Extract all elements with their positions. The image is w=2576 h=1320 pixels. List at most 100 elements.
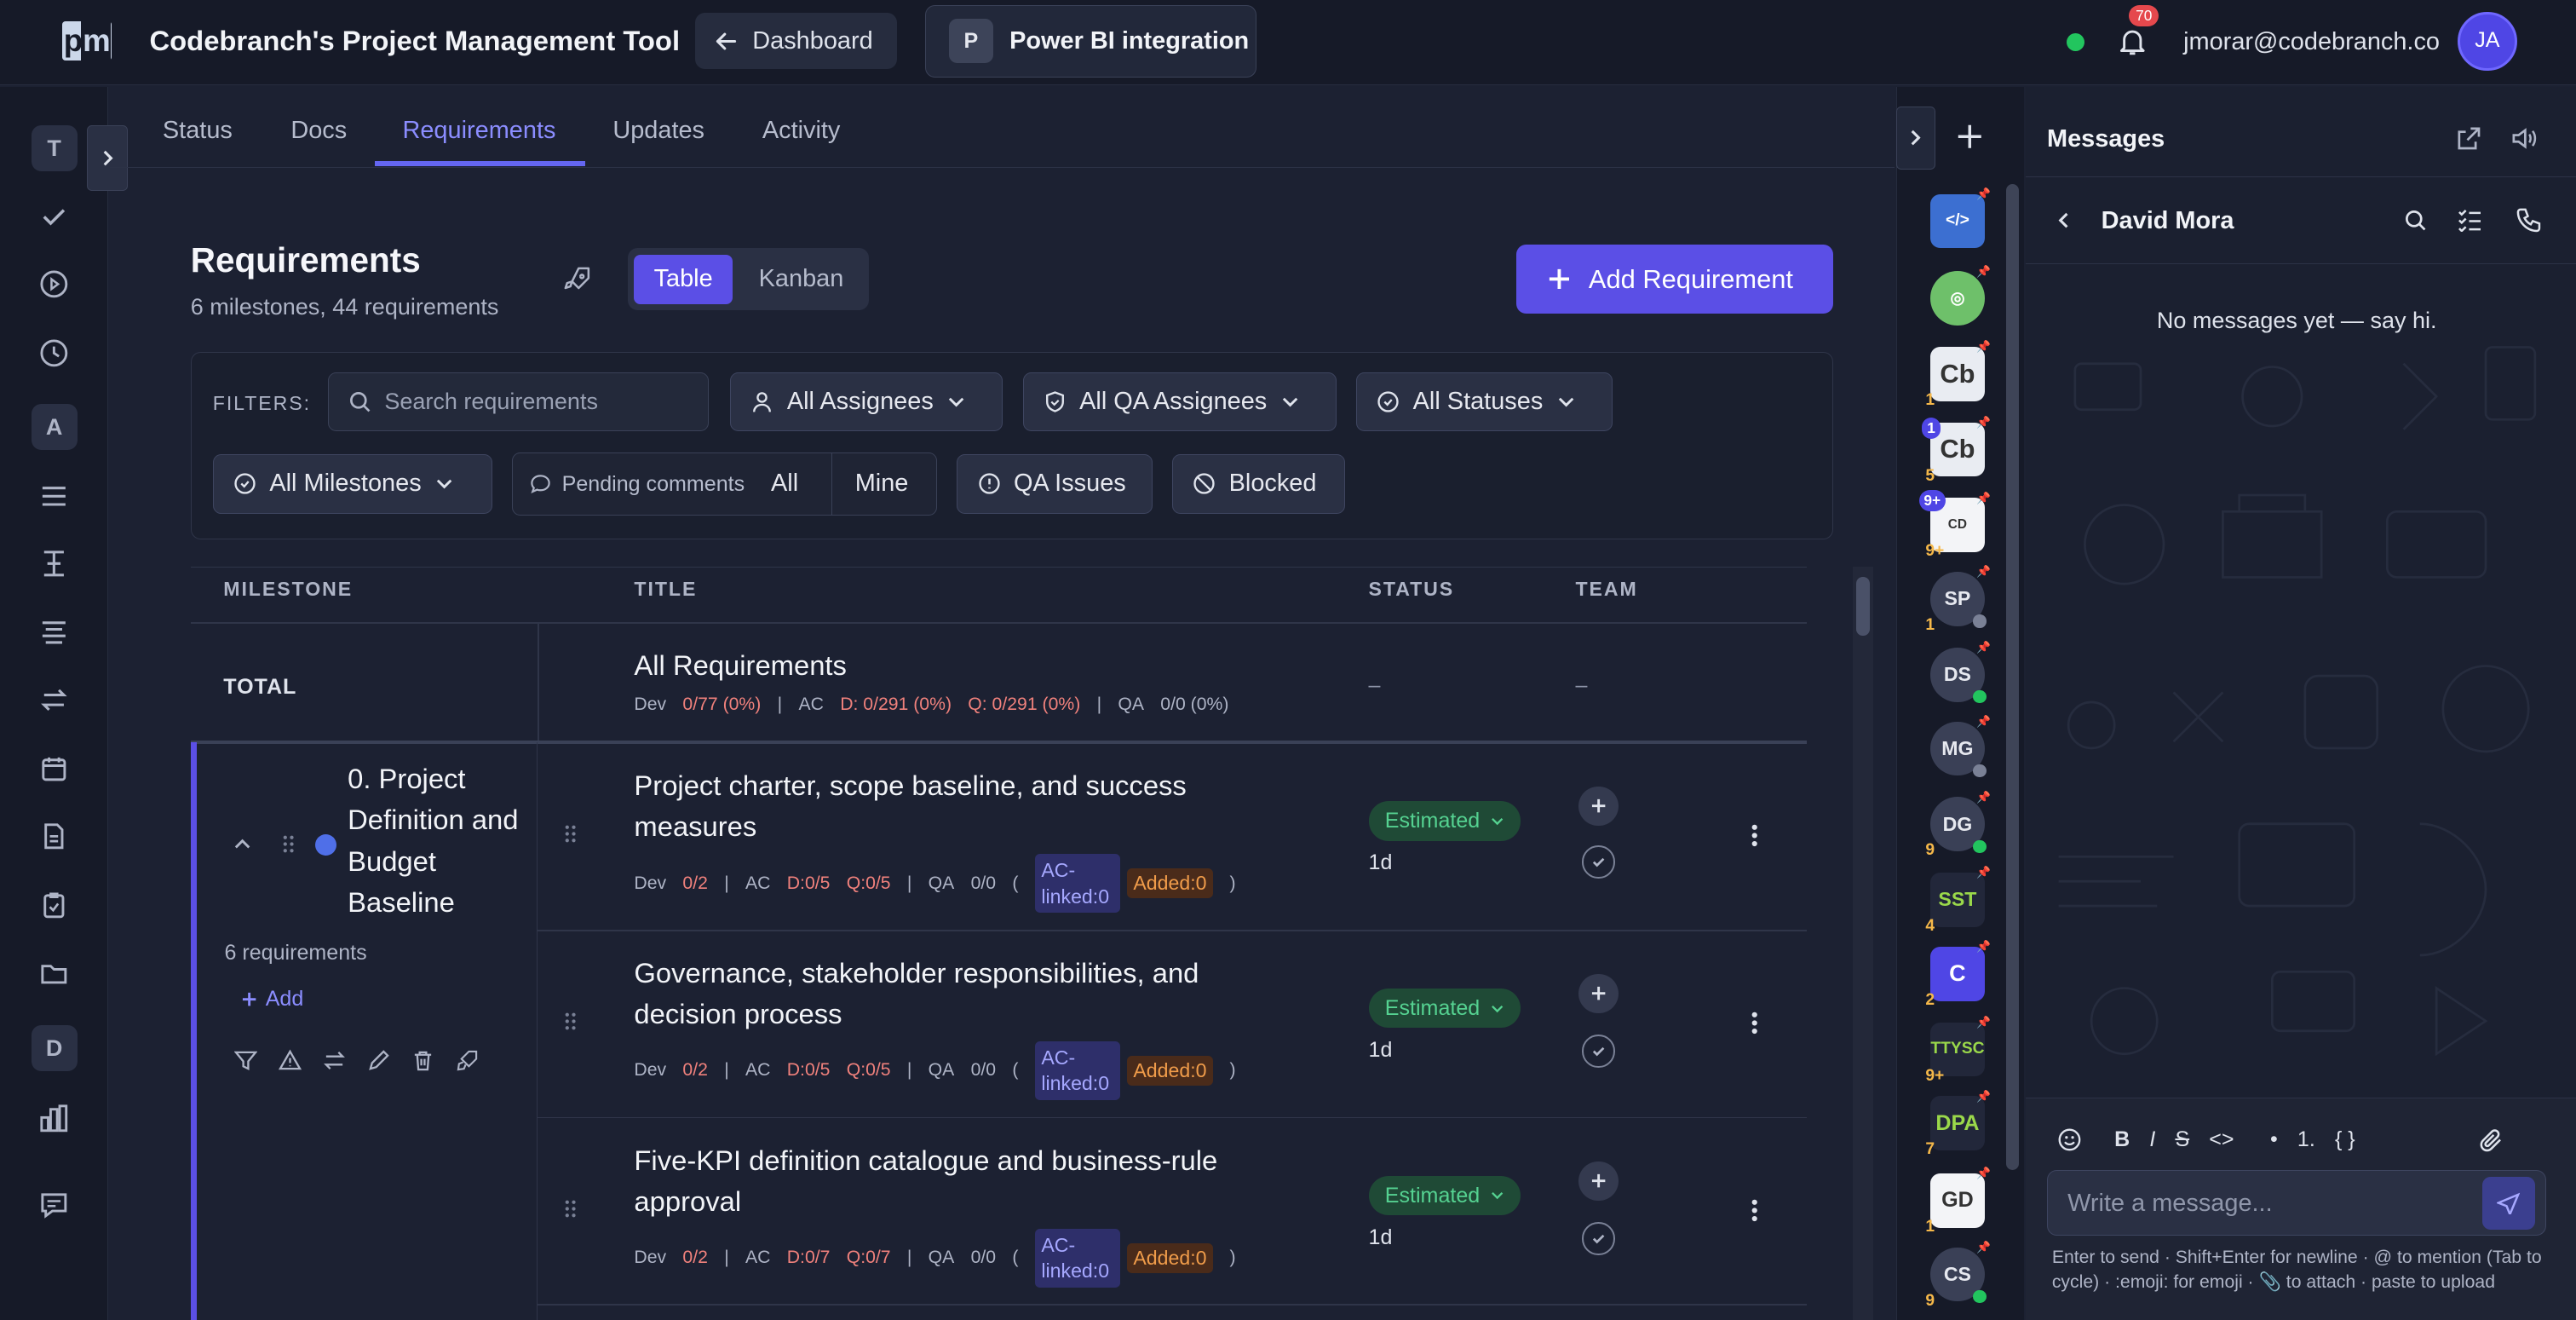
qa-issues-filter[interactable]: QA Issues	[957, 454, 1153, 514]
bold-button[interactable]: B	[2114, 1127, 2130, 1152]
play-circle-icon[interactable]	[0, 253, 108, 315]
text-align-icon[interactable]	[0, 533, 108, 595]
task-list-icon[interactable]	[2458, 209, 2482, 232]
assignees-filter[interactable]: All Assignees	[730, 372, 1003, 432]
pending-mine-button[interactable]: Mine	[831, 452, 932, 516]
add-requirement-button[interactable]: Add Requirement	[1516, 245, 1834, 314]
code-button[interactable]: <>	[2209, 1127, 2234, 1152]
milestone-name: 0. Project Definition and Budget Baselin…	[348, 763, 519, 918]
workspace-a-button[interactable]: A	[0, 396, 108, 458]
phone-icon[interactable]	[2516, 207, 2542, 233]
attachment-icon[interactable]	[2479, 1127, 2505, 1154]
milestone-add-button[interactable]: Add	[241, 987, 303, 1012]
chat-avatar[interactable]: C	[1930, 946, 1985, 1001]
swap-icon[interactable]	[323, 1049, 346, 1072]
tab-activity[interactable]: Activity	[762, 117, 841, 145]
chat-avatar[interactable]: ◎	[1930, 271, 1985, 326]
filter-icon[interactable]	[234, 1049, 258, 1072]
trash-icon[interactable]	[411, 1049, 434, 1072]
statuses-filter[interactable]: All Statuses	[1356, 372, 1613, 432]
workspace-d-button[interactable]: D	[0, 1017, 108, 1080]
add-team-button[interactable]	[1578, 786, 1619, 827]
rocket-icon[interactable]	[562, 265, 592, 295]
chat-avatar[interactable]: </>	[1930, 193, 1985, 249]
search-icon[interactable]	[2404, 209, 2427, 232]
numbered-list-button[interactable]: 1.	[2297, 1127, 2315, 1152]
bell-icon[interactable]	[2116, 25, 2149, 58]
new-chat-plus-icon[interactable]	[1953, 120, 1987, 153]
requirement-title[interactable]: Governance, stakeholder responsibilities…	[634, 953, 1291, 1035]
italic-button[interactable]: I	[2149, 1127, 2155, 1152]
chat-avatar[interactable]: SST	[1930, 873, 1985, 927]
bullet-list-button[interactable]: •	[2270, 1127, 2278, 1152]
requirement-title[interactable]: Project charter, scope baseline, and suc…	[634, 765, 1291, 847]
volume-icon[interactable]	[2510, 125, 2539, 152]
chat-avatar[interactable]: GD	[1930, 1173, 1985, 1228]
check-circle-icon[interactable]	[1582, 1035, 1615, 1068]
drag-handle-icon[interactable]	[562, 1197, 578, 1220]
code-block-button[interactable]: { }	[2335, 1127, 2355, 1152]
back-arrow-icon[interactable]	[2054, 210, 2073, 230]
add-team-button[interactable]	[1578, 973, 1619, 1013]
project-selector[interactable]: P Power BI integration	[924, 4, 1257, 78]
table-scrollbar-thumb[interactable]	[1856, 576, 1870, 637]
milestones-filter[interactable]: All Milestones	[212, 454, 492, 514]
drag-handle-icon[interactable]	[562, 822, 578, 845]
rocket-icon[interactable]	[456, 1049, 479, 1072]
pencil-icon[interactable]	[367, 1049, 390, 1072]
menu-icon[interactable]	[0, 465, 108, 527]
document-icon[interactable]	[0, 805, 108, 868]
add-team-button[interactable]	[1578, 1161, 1619, 1201]
view-kanban-button[interactable]: Kanban	[739, 255, 864, 304]
status-dropdown[interactable]: Estimated	[1368, 989, 1521, 1029]
more-vertical-icon[interactable]	[1748, 1010, 1761, 1036]
external-link-icon[interactable]	[2456, 125, 2482, 152]
dashboard-button[interactable]: Dashboard	[694, 13, 897, 69]
status-dropdown[interactable]: Estimated	[1368, 801, 1521, 841]
app-logo[interactable]: pm	[62, 21, 112, 61]
status-dropdown[interactable]: Estimated	[1368, 1175, 1521, 1216]
pending-all-button[interactable]: All	[755, 452, 821, 515]
stat-ac-label: AC	[745, 1248, 771, 1268]
strikethrough-button[interactable]: S	[2175, 1127, 2189, 1152]
requirement-title[interactable]: Five-KPI definition catalogue and busine…	[634, 1140, 1291, 1222]
pin-icon: 📌	[1976, 1015, 1991, 1029]
chevron-up-icon[interactable]	[233, 834, 252, 854]
page-title: Requirements	[190, 239, 421, 280]
warning-icon[interactable]	[279, 1049, 302, 1072]
project-name: Power BI integration	[1009, 26, 1250, 55]
message-input[interactable]: Write a message...	[2047, 1170, 2547, 1236]
more-vertical-icon[interactable]	[1748, 822, 1761, 849]
tab-requirements[interactable]: Requirements	[402, 117, 555, 145]
tab-status[interactable]: Status	[163, 117, 233, 145]
send-button[interactable]	[2482, 1176, 2535, 1230]
chat-avatar[interactable]: DPA	[1930, 1096, 1985, 1151]
table-scrollbar[interactable]	[1853, 567, 1873, 1320]
feedback-icon[interactable]	[0, 1173, 108, 1236]
more-vertical-icon[interactable]	[1748, 1197, 1761, 1224]
blocked-filter[interactable]: Blocked	[1172, 454, 1345, 514]
bar-chart-icon[interactable]	[0, 1088, 108, 1150]
search-input[interactable]: Search requirements	[327, 372, 710, 432]
swap-icon[interactable]	[0, 669, 108, 731]
panel-collapse-button[interactable]	[1895, 107, 1935, 170]
drag-handle-icon[interactable]	[562, 1010, 578, 1033]
chat-rail-scrollbar[interactable]	[2005, 184, 2020, 1171]
calendar-icon[interactable]	[0, 738, 108, 800]
check-icon[interactable]	[0, 186, 108, 248]
chat-avatar[interactable]: Cb	[1930, 346, 1985, 401]
view-table-button[interactable]: Table	[634, 254, 733, 304]
align-center-icon[interactable]	[0, 602, 108, 664]
emoji-icon[interactable]	[2057, 1127, 2082, 1152]
drag-handle-icon[interactable]	[280, 833, 296, 856]
clipboard-check-icon[interactable]	[0, 874, 108, 937]
tab-updates[interactable]: Updates	[612, 117, 704, 145]
qa-assignees-filter[interactable]: All QA Assignees	[1022, 372, 1337, 432]
clock-icon[interactable]	[0, 322, 108, 384]
user-avatar[interactable]: JA	[2458, 11, 2517, 71]
tab-docs[interactable]: Docs	[290, 117, 347, 145]
check-circle-icon[interactable]	[1582, 1221, 1615, 1255]
check-circle-icon[interactable]	[1582, 845, 1615, 879]
folder-icon[interactable]	[0, 942, 108, 1004]
stat-dev-value: 0/2	[682, 1248, 708, 1268]
